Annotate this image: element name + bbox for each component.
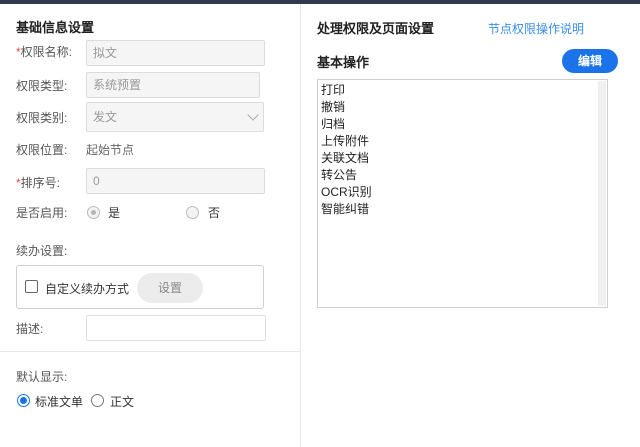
operations-items: 打印 撤销 归档 上传附件 关联文档 转公告 OCR识别 智能纠错 — [321, 82, 372, 218]
description-input[interactable] — [86, 315, 266, 341]
custom-continue-checkbox[interactable] — [25, 280, 38, 293]
operation-item[interactable]: 智能纠错 — [321, 201, 372, 218]
enabled-no-label: 否 — [208, 206, 221, 220]
basic-info-panel: 基础信息设置 *权限名称: 拟文 权限类型: 系统预置 权限类别: 发文 权限位… — [0, 4, 301, 447]
operation-item[interactable]: 撤销 — [321, 99, 372, 116]
name-field[interactable]: 拟文 — [86, 40, 265, 66]
chevron-down-icon — [247, 109, 259, 121]
order-label: *排序号: — [16, 176, 61, 190]
permission-title: 处理权限及页面设置 — [317, 21, 435, 36]
continue-label: 续办设置: — [16, 244, 68, 258]
standard-form-radio[interactable] — [17, 394, 30, 407]
enabled-label: 是否启用: — [16, 206, 68, 220]
enabled-yes-radio[interactable] — [87, 206, 100, 219]
permission-panel: 处理权限及页面设置 节点权限操作说明 基本操作 编辑 打印 撤销 归档 上传附件 关联文… — [302, 4, 640, 447]
operation-item[interactable]: 归档 — [321, 116, 372, 133]
operation-item[interactable]: 上传附件 — [321, 133, 372, 150]
help-link[interactable]: 节点权限操作说明 — [488, 20, 584, 37]
description-label: 描述: — [16, 322, 44, 336]
basic-ops-title: 基本操作 — [317, 55, 370, 70]
operation-item[interactable]: 打印 — [321, 82, 372, 99]
name-label: *权限名称: — [16, 45, 73, 59]
enabled-no-radio[interactable] — [186, 206, 199, 219]
standard-form-label: 标准文单 — [35, 395, 84, 409]
body-text-radio[interactable] — [91, 394, 104, 407]
default-display-label: 默认显示: — [16, 370, 68, 384]
operation-item[interactable]: 转公告 — [321, 167, 372, 184]
category-select-value: 发文 — [93, 110, 118, 124]
category-select[interactable]: 发文 — [86, 102, 264, 132]
operation-item[interactable]: OCR识别 — [321, 184, 372, 201]
category-label: 权限类别: — [16, 111, 68, 125]
order-field[interactable]: 0 — [86, 168, 265, 194]
basic-info-title: 基础信息设置 — [16, 20, 95, 35]
continue-settings-box: 自定义续办方式 设置 — [16, 265, 264, 309]
continue-settings-button[interactable]: 设置 — [137, 273, 203, 303]
type-label: 权限类型: — [16, 79, 68, 93]
edit-button[interactable]: 编辑 — [562, 49, 618, 73]
custom-continue-label: 自定义续办方式 — [45, 282, 130, 296]
position-label: 权限位置: — [16, 143, 68, 157]
position-value: 起始节点 — [86, 143, 135, 157]
enabled-yes-label: 是 — [108, 206, 121, 220]
operations-list[interactable]: 打印 撤销 归档 上传附件 关联文档 转公告 OCR识别 智能纠错 — [317, 79, 608, 308]
operation-item[interactable]: 关联文档 — [321, 150, 372, 167]
type-field[interactable]: 系统预置 — [86, 72, 260, 98]
scrollbar[interactable] — [598, 81, 606, 306]
divider — [0, 351, 301, 352]
body-text-label: 正文 — [110, 395, 135, 409]
